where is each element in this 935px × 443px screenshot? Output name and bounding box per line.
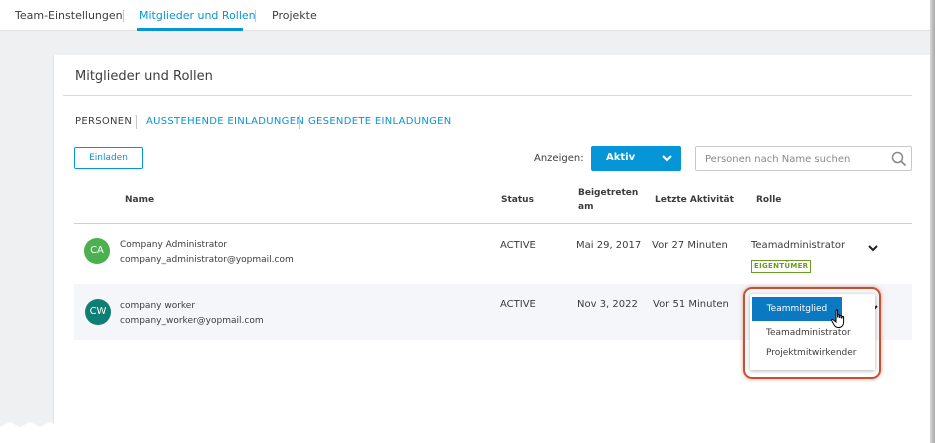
tab-divider [123, 10, 124, 22]
role-option-project-contributor[interactable]: Projektmitwirkender [766, 348, 857, 358]
member-last-activity: Vor 27 Minuten [652, 240, 728, 251]
subtab-divider [136, 115, 137, 129]
column-header-joined-line2: am [578, 202, 594, 212]
column-header-joined-line1: Beigetreten [578, 188, 639, 198]
member-role: Teamadministrator [751, 240, 846, 251]
people-search[interactable] [695, 146, 912, 171]
owner-badge: EIGENTÜMER [751, 260, 812, 273]
member-last-activity: Vor 51 Minuten [653, 299, 729, 310]
column-header-last-activity: Letzte Aktivität [655, 195, 734, 205]
column-header-role: Rolle [756, 195, 782, 205]
column-header-joined: Beigetreten am [578, 186, 638, 214]
show-filter-label: Anzeigen: [534, 153, 584, 164]
member-name: company worker [120, 301, 196, 311]
subtab-people[interactable]: PERSONEN [75, 116, 132, 127]
page-edge-shadow [930, 0, 935, 443]
page-title: Mitglieder und Rollen [75, 69, 213, 84]
top-navigation-bar: Team-Einstellungen Mitglieder und Rollen… [0, 0, 935, 31]
invite-button[interactable]: Einladen [74, 147, 143, 169]
member-email: company_administrator@yopmail.com [120, 255, 294, 265]
status-filter-select[interactable]: Aktiv [591, 146, 681, 171]
column-header-name: Name [125, 195, 155, 205]
member-joined: Nov 3, 2022 [577, 299, 638, 310]
subtab-divider [299, 115, 300, 129]
search-input[interactable] [705, 152, 885, 166]
status-filter-value: Aktiv [606, 152, 636, 163]
member-joined: Mai 29, 2017 [576, 240, 642, 251]
search-icon[interactable] [891, 151, 907, 171]
chevron-down-icon [661, 150, 673, 169]
member-status: ACTIVE [500, 240, 536, 251]
subtab-sent-invitations[interactable]: GESENDETE EINLADUNGEN [308, 116, 452, 127]
tab-team-settings[interactable]: Team-Einstellungen [15, 9, 123, 22]
title-divider [63, 95, 912, 96]
tab-projects[interactable]: Projekte [272, 9, 317, 22]
column-header-status: Status [501, 195, 534, 205]
tab-members-and-roles[interactable]: Mitglieder und Rollen [139, 9, 256, 22]
subtab-pending-invitations[interactable]: AUSSTEHENDE EINLADUNGEN [146, 116, 304, 127]
role-option-selected[interactable]: Teammitglied [752, 297, 842, 321]
hand-cursor-icon [830, 309, 848, 333]
avatar: CA [84, 238, 110, 264]
member-status: ACTIVE [500, 299, 536, 310]
avatar: CW [85, 299, 111, 325]
chevron-down-icon[interactable] [867, 238, 879, 257]
member-email: company_worker@yopmail.com [120, 316, 264, 326]
torn-edge [0, 421, 935, 443]
table-header-divider [74, 223, 912, 224]
tab-divider [255, 10, 256, 22]
member-name: Company Administrator [120, 240, 228, 250]
